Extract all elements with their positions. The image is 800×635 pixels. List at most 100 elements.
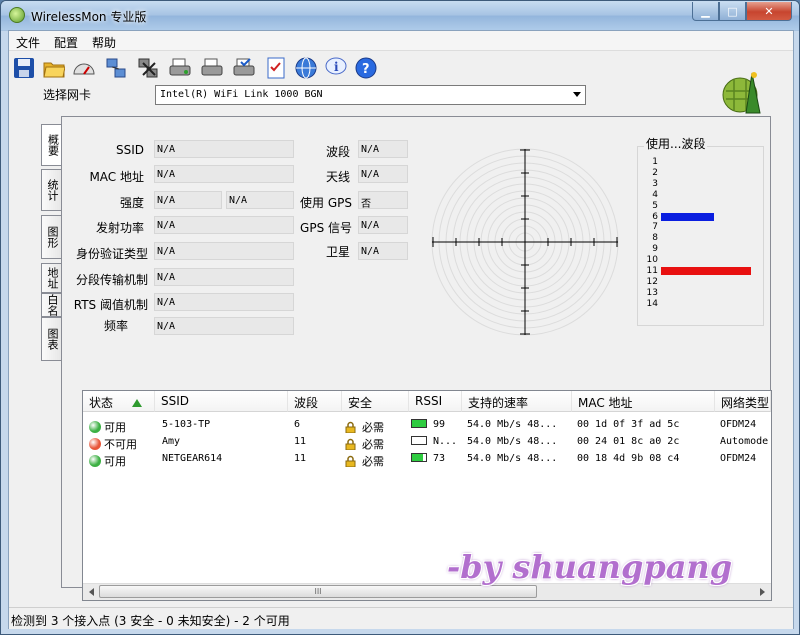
cell-rates: 54.0 Mb/s 48... <box>467 436 557 447</box>
channel-label: 波段 <box>325 145 350 159</box>
menu-file[interactable]: 文件 <box>16 34 40 51</box>
channel-number-3: 3 <box>652 178 658 189</box>
cell-rates-text: 54.0 Mb/s 48... <box>467 419 558 430</box>
menu-config[interactable]: 配置 <box>54 34 78 51</box>
frag-label: 分段传输机制 <box>75 273 148 287</box>
cell-security-text: 必需 <box>362 421 384 434</box>
checklist-button[interactable] <box>263 55 289 81</box>
globe-icon <box>295 57 317 79</box>
table-row[interactable]: 不可用 Amy 11 必需 N... 54.0 Mb/s 48... 00 24 01 8c… <box>83 435 771 452</box>
tx-power-value: N/A <box>154 216 294 234</box>
signal-strength-icon <box>411 419 427 428</box>
cell-rssi: N... <box>411 436 457 447</box>
network-button[interactable] <box>103 55 129 81</box>
column-header-network-type[interactable]: 网络类型 <box>715 391 771 412</box>
channel-number-8: 8 <box>652 233 658 244</box>
use-gps-value: 否 <box>358 191 408 210</box>
help-icon: ? <box>355 57 377 79</box>
close-icon: ✕ <box>764 4 774 18</box>
vertical-tabs: 概要 统计 图形 地址 白名 图表 <box>41 119 63 589</box>
close-button[interactable]: ✕ <box>746 2 792 21</box>
channel-number-7: 7 <box>652 222 658 233</box>
tab-summary[interactable]: 概要 <box>41 124 63 166</box>
adapter-select[interactable]: Intel(R) WiFi Link 1000 BGN <box>155 85 586 105</box>
cell-ssid: 5-103-TP <box>162 419 210 430</box>
help-button[interactable]: ? <box>353 55 379 81</box>
disconnect-icon <box>138 58 158 78</box>
channel-number-9: 9 <box>652 244 658 255</box>
table-row[interactable]: 可用 NETGEAR614 11 必需 73 54.0 Mb/s 48... 00 18 4… <box>83 452 771 469</box>
cell-status-text: 可用 <box>104 421 126 434</box>
open-button[interactable] <box>41 55 67 81</box>
cell-status: 可用 <box>89 419 126 435</box>
tab-whitelist[interactable]: 白名 <box>41 293 62 317</box>
cell-rates-text: 54.0 Mb/s 48... <box>467 453 558 464</box>
print-preview-icon <box>201 58 223 76</box>
cell-rssi: 73 <box>411 453 445 464</box>
antenna-value: N/A <box>358 165 408 183</box>
satellite-label: 卫星 <box>325 245 350 259</box>
title-bar[interactable]: WirelessMon 专业版 ▁ □ ✕ <box>1 1 799 30</box>
cell-security-text: 必需 <box>362 455 384 468</box>
cell-channel: 6 <box>294 419 300 430</box>
column-header-mac[interactable]: MAC 地址 <box>572 391 715 412</box>
speed-button[interactable] <box>71 55 97 81</box>
channel-number-12: 12 <box>646 276 658 287</box>
channel-number-2: 2 <box>652 167 658 178</box>
tx-power-label: 发射功率 <box>95 221 144 235</box>
frag-value: N/A <box>154 268 294 286</box>
gps-signal-label: GPS 信号 <box>300 221 352 235</box>
cell-type: OFDM24 <box>720 453 756 464</box>
cell-rates: 54.0 Mb/s 48... <box>467 419 557 430</box>
cell-channel: 11 <box>294 453 306 464</box>
info-icon: i <box>325 57 347 75</box>
scroll-left-icon[interactable] <box>87 587 97 597</box>
channel-value: N/A <box>358 140 408 158</box>
save-button[interactable] <box>11 55 37 81</box>
globe-button[interactable] <box>293 55 319 81</box>
tab-statistics[interactable]: 统计 <box>41 169 62 211</box>
column-header-channel[interactable]: 波段 <box>288 391 342 412</box>
status-indicator-icon <box>89 438 101 450</box>
cell-security-text: 必需 <box>362 438 384 451</box>
cell-security: 必需 <box>345 419 384 435</box>
print-button[interactable] <box>167 55 193 81</box>
lock-icon <box>345 438 356 450</box>
scroll-thumb[interactable]: III <box>99 585 537 598</box>
cell-ssid-text: NETGEAR614 <box>162 453 223 464</box>
column-header-security[interactable]: 安全 <box>342 391 409 412</box>
menu-help[interactable]: 帮助 <box>92 34 116 51</box>
cell-rssi-text: 73 <box>433 453 446 464</box>
open-folder-icon <box>43 62 65 78</box>
tab-address[interactable]: 地址 <box>41 263 62 293</box>
channel-usage-title: 使用...波段 <box>644 135 708 152</box>
mac-label: MAC 地址 <box>89 170 144 184</box>
channel-number-13: 13 <box>646 287 658 298</box>
svg-text:?: ? <box>362 62 370 77</box>
maximize-button[interactable]: □ <box>719 2 746 21</box>
column-header-status[interactable]: 状态 <box>83 391 155 412</box>
tab-graph[interactable]: 图形 <box>41 215 62 259</box>
cell-mac: 00 18 4d 9b 08 c4 <box>577 453 679 464</box>
column-header-ssid[interactable]: SSID <box>155 391 288 412</box>
print-setup-button[interactable] <box>231 55 257 81</box>
column-header-rates[interactable]: 支持的速率 <box>462 391 572 412</box>
cell-ssid: Amy <box>162 436 180 447</box>
info-button[interactable]: i <box>323 55 349 81</box>
column-header-rssi[interactable]: RSSI <box>409 391 462 412</box>
adapter-label: 选择网卡 <box>43 88 92 102</box>
table-row[interactable]: 可用 5-103-TP 6 必需 99 54.0 Mb/s 48... 00 1d 0f 3… <box>83 418 771 435</box>
cell-rssi-text: N... <box>433 436 458 447</box>
cell-status: 可用 <box>89 453 126 469</box>
cell-ssid-text: Amy <box>162 436 181 447</box>
minimize-button[interactable]: ▁ <box>692 2 719 21</box>
channel-usage-bar-6 <box>661 212 715 221</box>
chevron-down-icon <box>573 92 581 97</box>
checklist-icon <box>267 57 285 79</box>
disconnect-button[interactable] <box>135 55 161 81</box>
scroll-right-icon[interactable] <box>757 587 767 597</box>
channel-number-5: 5 <box>652 200 658 211</box>
print-preview-button[interactable] <box>199 55 225 81</box>
tab-chart[interactable]: 图表 <box>41 317 62 361</box>
auth-value: N/A <box>154 242 294 260</box>
